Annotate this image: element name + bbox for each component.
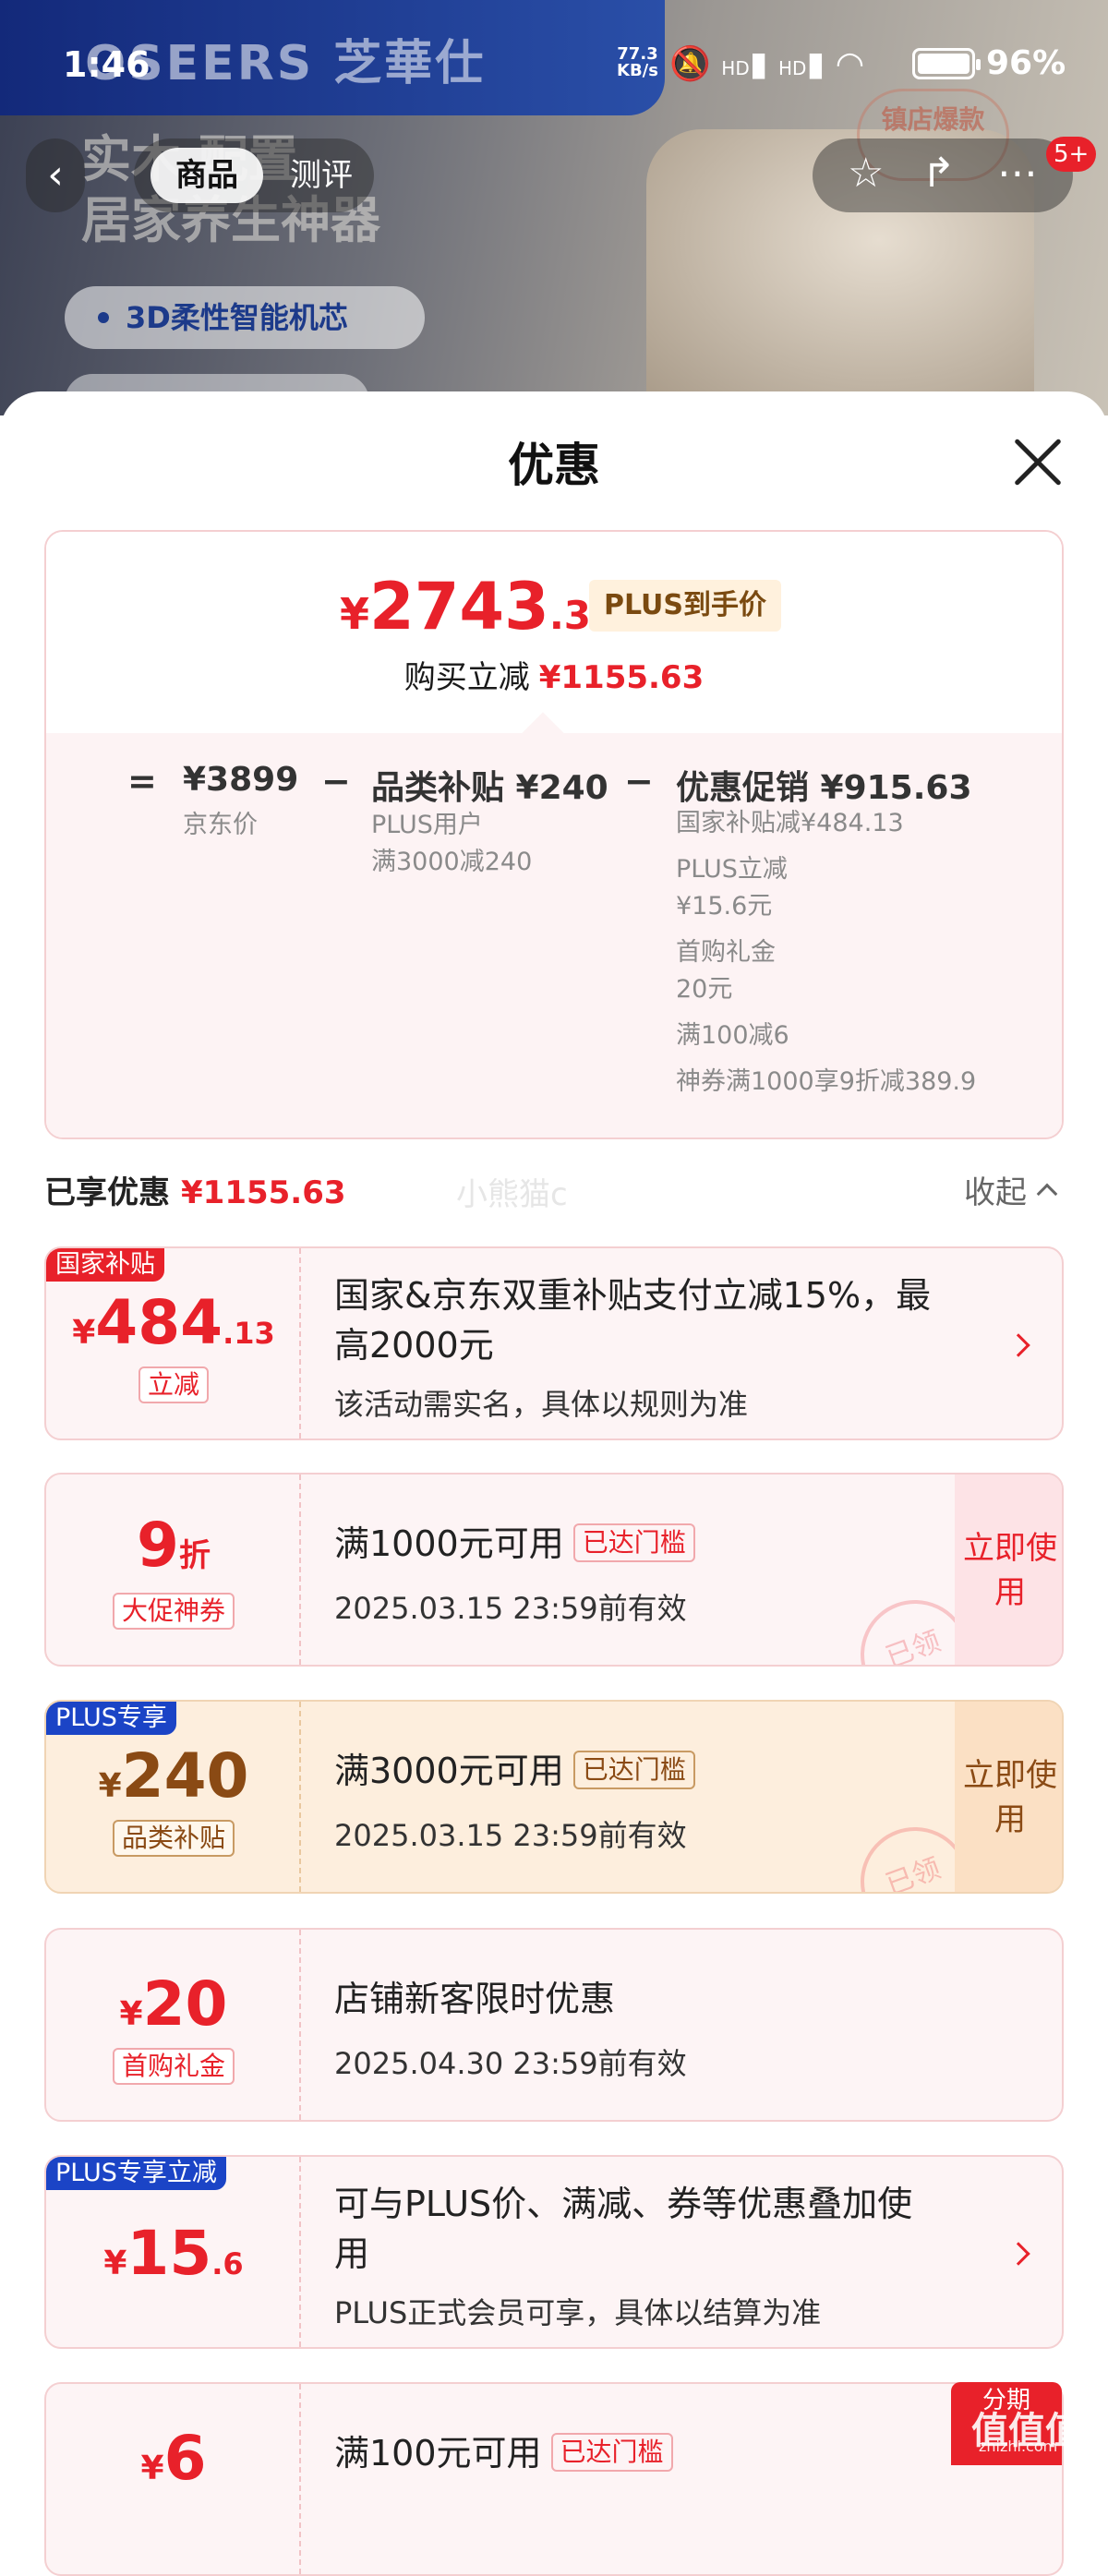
threshold-met-tag: 已达门槛: [550, 2432, 673, 2472]
feature-chip: 3D柔性智能机芯: [65, 286, 425, 349]
enjoyed-discount: 已享优惠 ¥1155.63: [44, 1174, 346, 1211]
collapse-button[interactable]: 收起: [964, 1167, 1058, 1212]
coupon-tag: PLUS专享: [46, 1702, 176, 1735]
coupon-big-promo[interactable]: 9折 大促神券 满1000元可用 已达门槛 2025.03.15 23:59前有效…: [44, 1473, 1064, 1667]
coupon-value: ¥6: [140, 2423, 207, 2494]
battery-icon: [912, 48, 981, 79]
wifi-icon: ◠: [835, 45, 865, 83]
chevron-right-icon: [1006, 2242, 1030, 2266]
message-badge: 5+: [1046, 137, 1097, 172]
battery-percent: 96%: [986, 44, 1066, 82]
site-watermark-url: zhizhi.com: [979, 2438, 1058, 2455]
category-subsidy: 品类补贴 ¥240: [371, 769, 608, 807]
coupon-label: 大促神券: [46, 1593, 301, 1630]
coupon-value: ¥240: [98, 1740, 249, 1812]
status-bar: 1:46 77.3 KB/s 🔕 HD▮ HD▮ ◠ 96%: [0, 0, 1108, 129]
share-icon[interactable]: ↱: [921, 150, 956, 197]
coupon-value: ¥484.13: [72, 1287, 275, 1358]
use-now-button[interactable]: 立即使用: [955, 1702, 1062, 1892]
coupon-first-purchase[interactable]: ¥20 首购礼金 店铺新客限时优惠 2025.04.30 23:59前有效: [44, 1928, 1064, 2122]
signal-bars-icon: ▮: [749, 45, 768, 83]
coupon-tag: PLUS专享立减: [46, 2157, 226, 2190]
equals-sign: =: [127, 761, 157, 801]
threshold-met-tag: 已达门槛: [572, 1523, 695, 1562]
sheet-title: 优惠: [508, 439, 600, 492]
discount-sheet: 优惠 ¥2743.37 PLUS到手价 购买立减 ¥1155.63 = ¥3899…: [0, 391, 1108, 2576]
price-summary: ¥2743.37 PLUS到手价 购买立减 ¥1155.63 = ¥3899 京东…: [44, 530, 1064, 1139]
cell-signal-icon: HD: [721, 57, 750, 79]
close-icon[interactable]: [1012, 436, 1064, 488]
plus-price-tag: PLUS到手价: [589, 580, 782, 632]
coupon-national-subsidy[interactable]: 国家补贴 ¥484.13 立减 国家&京东双重补贴支付立减15%，最 高2000元…: [44, 1246, 1064, 1440]
final-price: ¥2743.37: [340, 569, 619, 644]
coupon-plus-reduce[interactable]: PLUS专享立减 ¥15.6 可与PLUS价、满减、券等优惠叠加使用 PLUS正…: [44, 2155, 1064, 2349]
coupon-plus-category[interactable]: PLUS专享 ¥240 品类补贴 满3000元可用 已达门槛 2025.03.15…: [44, 1700, 1064, 1894]
nav-tabs: 商品 测评: [134, 138, 374, 212]
mute-icon: 🔕: [669, 45, 711, 83]
minus-sign: −: [321, 761, 351, 801]
coupon-sub: PLUS正式会员可享，具体以结算为准: [334, 2295, 822, 2330]
coupon-validity: 2025.04.30 23:59前有效: [334, 2046, 687, 2081]
coupon-label: 立减: [46, 1366, 301, 1403]
jd-price-label: 京东价: [183, 811, 258, 839]
coupon-desc: 满100元可用 已达门槛: [334, 2428, 673, 2478]
purchase-reduce: 购买立减 ¥1155.63: [403, 659, 705, 696]
coupon-full-reduce[interactable]: ¥6 满100元可用 已达门槛: [44, 2382, 1064, 2576]
coupon-desc: 国家&京东双重补贴支付立减15%，最 高2000元: [334, 1275, 932, 1366]
coupon-label: 首购礼金: [46, 2048, 301, 2085]
nav-actions: ☆ ↱ ⋯: [813, 138, 1073, 212]
product-nav: ‹ 商品 测评 ☆ ↱ ⋯ 5+: [0, 129, 1108, 222]
use-now-button[interactable]: 立即使用: [955, 1475, 1062, 1665]
tab-product[interactable]: 商品: [151, 148, 263, 203]
coupon-desc: 可与PLUS价、满减、券等优惠叠加使用: [334, 2184, 913, 2274]
more-icon[interactable]: ⋯: [997, 150, 1038, 197]
promo-total: 优惠促销 ¥915.63: [676, 769, 972, 807]
coupon-tag: 国家补贴: [46, 1248, 164, 1282]
signal-bars-2-icon: ▮: [806, 45, 825, 83]
coupon-desc: 满3000元可用 已达门槛: [334, 1746, 695, 1796]
coupon-sub: 该活动需实名，具体以规则为准: [334, 1387, 749, 1422]
coupon-validity: 2025.03.15 23:59前有效: [334, 1591, 687, 1626]
tab-review[interactable]: 测评: [280, 148, 363, 203]
coupon-value: 9折: [137, 1510, 211, 1581]
user-watermark: 小熊猫c: [456, 1176, 568, 1213]
coupon-desc: 满1000元可用 已达门槛: [334, 1519, 695, 1569]
coupon-label: 品类补贴: [46, 1820, 301, 1857]
chevron-left-icon: ‹: [47, 151, 64, 199]
coupon-desc: 店铺新客限时优惠: [334, 1979, 616, 2019]
threshold-met-tag: 已达门槛: [572, 1750, 695, 1789]
chevron-up-icon: [1036, 1183, 1058, 1205]
chevron-right-icon: [1006, 1333, 1030, 1357]
category-sub: PLUS用户 满3000减240: [371, 811, 533, 876]
coupon-validity: 2025.03.15 23:59前有效: [334, 1818, 687, 1853]
net-speed: 77.3 KB/s: [617, 44, 658, 80]
back-button[interactable]: ‹: [26, 138, 85, 212]
coupon-value: ¥15.6: [103, 2218, 244, 2289]
price-breakdown: = ¥3899 京东价 − 品类补贴 ¥240 PLUS用户 满3000减240…: [46, 733, 1062, 1138]
signal-wifi-icons: 🔕 HD▮ HD▮ ◠: [669, 44, 864, 83]
cell-signal-2-icon: HD: [778, 57, 807, 79]
minus-sign-2: −: [624, 761, 654, 801]
coupon-value: ¥20: [119, 1968, 228, 2040]
price-summary-top: ¥2743.37 PLUS到手价 购买立减 ¥1155.63: [46, 532, 1062, 733]
clock: 1:46: [63, 44, 151, 85]
promo-list: 国家补贴减¥484.13 PLUS立减 ¥15.6元 首购礼金 20元 满100…: [676, 809, 977, 1096]
jd-price: ¥3899: [183, 761, 299, 799]
star-icon[interactable]: ☆: [848, 150, 884, 197]
